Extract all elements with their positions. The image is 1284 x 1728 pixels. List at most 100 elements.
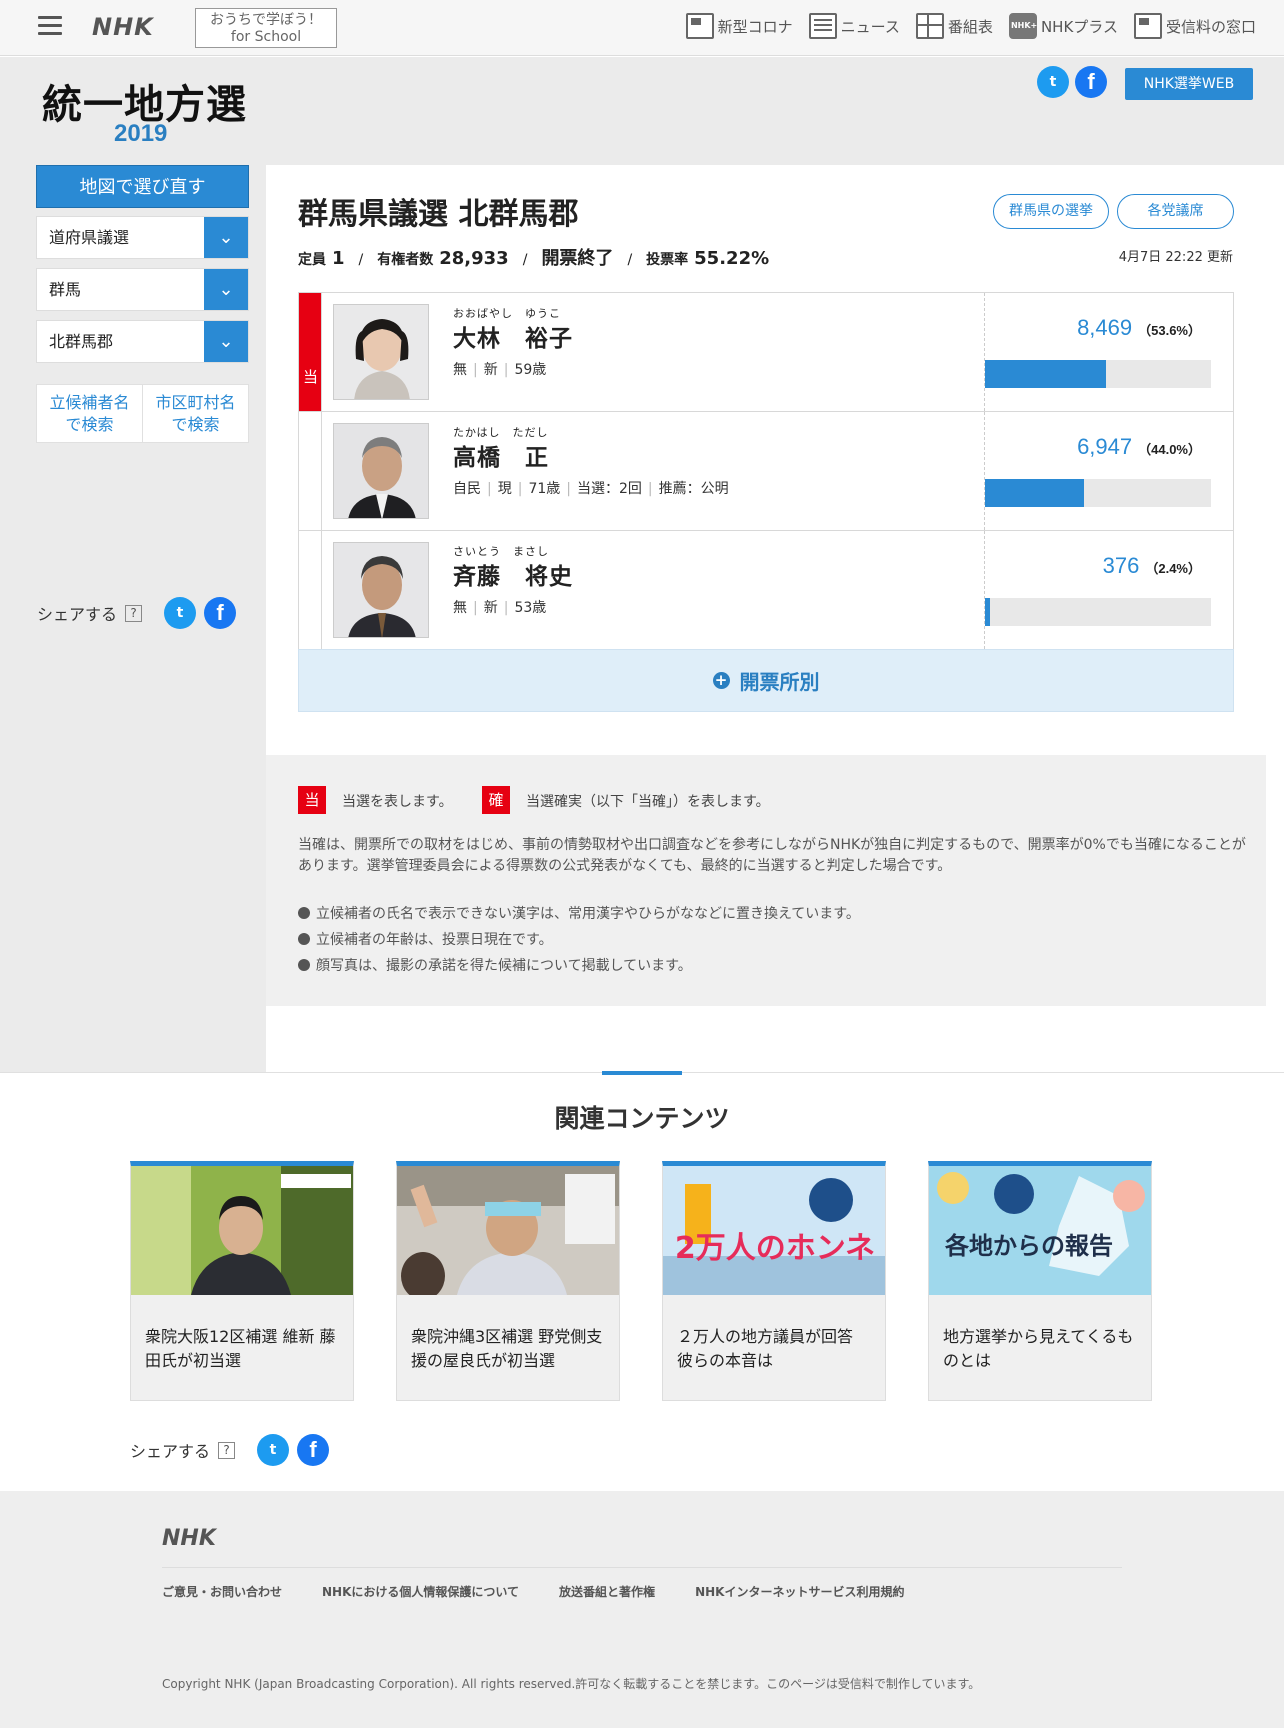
footer-logo[interactable]: NHK: [162, 1526, 216, 1551]
for-school-button[interactable]: おうちで学ぼう！ for School: [195, 8, 337, 48]
related-card[interactable]: 衆院沖縄3区補選 野党側支援の屋良氏が初当選: [396, 1161, 620, 1401]
nhk-plus-icon: NHK+: [1008, 13, 1037, 39]
search-by-candidate[interactable]: 立候補者名 で検索: [37, 385, 142, 442]
facebook-icon[interactable]: f: [1075, 66, 1107, 98]
votes-cell: 376 （2.4%）: [984, 531, 1233, 649]
footer-link-contact[interactable]: ご意見・お問い合わせ: [162, 1583, 282, 1600]
vote-bar-fill: [985, 598, 991, 626]
candidate-age: 59歳: [514, 362, 547, 378]
related-card[interactable]: 2万人のホンネ ２万人の地方議員が回答 彼らの本音は: [662, 1161, 886, 1401]
card-thumbnail: 2万人のホンネ: [663, 1166, 885, 1295]
chevron-down-icon: ⌄: [204, 217, 248, 258]
chevron-down-icon: ⌄: [204, 269, 248, 310]
card-thumbnail: 各地からの報告: [929, 1166, 1151, 1295]
nav-program[interactable]: 番組表: [915, 13, 993, 39]
vote-number: 6,947: [1077, 434, 1133, 459]
elected-badge: 当: [299, 293, 322, 411]
nav-corona-label: 新型コロナ: [717, 17, 793, 36]
turnout-value: 55.22%: [694, 248, 770, 269]
nhk-logo[interactable]: NHK: [92, 13, 154, 41]
election-web-button[interactable]: NHK選挙WEB: [1125, 68, 1253, 100]
list-item: 立候補者の氏名で表示できない漢字は、常用漢字やひらがななどに置き換えています。: [298, 903, 860, 923]
header-social: t f: [1037, 66, 1107, 98]
bullet-icon: [298, 933, 310, 945]
twitter-icon[interactable]: t: [164, 597, 197, 629]
nav-news-label: ニュース: [840, 17, 900, 36]
vote-percent: （53.6%）: [1138, 323, 1201, 338]
card-text: 衆院大阪12区補選 維新 藤田氏が初当選: [145, 1327, 336, 1370]
prefecture-value: 群馬: [49, 280, 82, 299]
elected-badge-empty: [299, 531, 322, 649]
facebook-icon[interactable]: f: [297, 1434, 330, 1466]
sidebar-background: [0, 57, 266, 1072]
menu-icon[interactable]: [38, 16, 62, 36]
nav-news[interactable]: ニュース: [808, 13, 900, 39]
program-grid-icon: [915, 13, 944, 39]
nav-receiver[interactable]: 受信料の窓口: [1133, 13, 1256, 39]
party-seats-button[interactable]: 各党議席: [1117, 194, 1234, 229]
footer-link-terms[interactable]: NHKインターネットサービス利用規約: [695, 1583, 904, 1600]
bullet-icon: [298, 959, 310, 971]
for-school-line2: for School: [230, 29, 302, 45]
district-select[interactable]: 北群馬郡 ⌄: [36, 320, 249, 363]
share-label: シェアする: [130, 1442, 211, 1461]
election-stats: 定員 1 / 有権者数 28,933 / 開票終了 / 投票率 55.22%: [298, 244, 769, 270]
note-text: 顔写真は、撮影の承諾を得た候補について掲載しています。: [316, 958, 692, 974]
note-text: 立候補者の氏名で表示できない漢字は、常用漢字やひらがななどに置き換えています。: [316, 906, 860, 922]
card-text: 衆院沖縄3区補選 野党側支援の屋良氏が初当選: [411, 1327, 603, 1370]
prefecture-select[interactable]: 群馬 ⌄: [36, 268, 249, 311]
card-thumbnail: [397, 1166, 619, 1295]
list-item: 立候補者の年齢は、投票日現在です。: [298, 929, 860, 949]
district-value: 北群馬郡: [49, 332, 114, 351]
election-type-select[interactable]: 道府県議選 ⌄: [36, 216, 249, 259]
top-nav: 新型コロナ ニュース 番組表 NHK+ NHKプラス 受信料の窓口: [685, 13, 1256, 39]
footer: NHK ご意見・お問い合わせ NHKにおける個人情報保護について 放送番組と著作…: [0, 1491, 1284, 1728]
vote-percent: （44.0%）: [1138, 442, 1201, 457]
nav-corona[interactable]: 新型コロナ: [685, 13, 793, 39]
candidate-name: 大林 裕子: [453, 326, 573, 352]
vote-bar-fill: [985, 360, 1107, 388]
nav-nhkplus-label: NHKプラス: [1040, 17, 1118, 36]
brand-year: 2019: [114, 120, 168, 147]
top-bar: NHK おうちで学ぼう！ for School 新型コロナ ニュース 番組表 N…: [0, 0, 1284, 56]
candidate-endorsement: 推薦：公明: [658, 481, 729, 497]
nav-receiver-label: 受信料の窓口: [1165, 17, 1256, 36]
separator: /: [522, 252, 528, 268]
precinct-results-button[interactable]: + 開票所別: [298, 649, 1234, 712]
legend-notes: 当 当選を表します。 確 当選確実（以下「当確」）を表します。 当確は、開票所で…: [266, 755, 1266, 1006]
footer-link-privacy[interactable]: NHKにおける個人情報保護について: [322, 1583, 519, 1600]
candidate-row: たかはし ただし 高橋 正 自民 | 現 | 71歳 | 当選：2回 | 推薦：公明 6,947…: [299, 412, 1233, 531]
twitter-icon[interactable]: t: [1037, 66, 1069, 98]
prefecture-elections-button[interactable]: 群馬県の選挙: [993, 194, 1109, 229]
candidate-age: 53歳: [514, 600, 547, 616]
twitter-icon[interactable]: t: [257, 1434, 290, 1466]
bottom-share: シェアする ? t f: [130, 1434, 330, 1466]
search-by-city[interactable]: 市区町村名 で検索: [142, 385, 248, 442]
vote-count: 8,469 （53.6%）: [1077, 315, 1201, 341]
vote-count: 376 （2.4%）: [1103, 553, 1201, 579]
related-card[interactable]: 各地からの報告 地方選挙から見えてくるものとは: [928, 1161, 1152, 1401]
voters-label: 有権者数: [377, 252, 434, 268]
help-icon[interactable]: ?: [125, 604, 143, 622]
footer-link-copyright[interactable]: 放送番組と著作権: [559, 1583, 655, 1600]
vote-bar: [985, 598, 1211, 626]
candidate-info: 無 | 新 | 59歳: [453, 362, 547, 378]
tv-news-icon: [685, 13, 714, 39]
candidate-photo: [333, 423, 429, 519]
candidate-status: 現: [497, 481, 512, 497]
vote-bar: [985, 360, 1211, 388]
map-reselect-button[interactable]: 地図で選び直す: [36, 165, 249, 208]
seats-label: 定員: [298, 252, 326, 268]
help-icon[interactable]: ?: [218, 1441, 236, 1459]
candidate-row: さいとう まさし 斉藤 将史 無 | 新 | 53歳 376 （2.4%）: [299, 531, 1233, 650]
card-text: 地方選挙から見えてくるものとは: [943, 1327, 1134, 1370]
chevron-down-icon: ⌄: [204, 321, 248, 362]
candidate-name: 高橋 正: [453, 445, 549, 471]
votes-cell: 8,469 （53.6%）: [984, 293, 1233, 411]
nav-nhkplus[interactable]: NHK+ NHKプラス: [1008, 13, 1118, 39]
candidate-info: 自民 | 現 | 71歳 | 当選：2回 | 推薦：公明: [453, 481, 729, 497]
card-thumbnail: [131, 1166, 353, 1295]
facebook-icon[interactable]: f: [204, 597, 237, 629]
related-card[interactable]: 衆院大阪12区補選 維新 藤田氏が初当選: [130, 1161, 354, 1401]
thumbnail-caption: 2万人のホンネ: [675, 1231, 875, 1266]
